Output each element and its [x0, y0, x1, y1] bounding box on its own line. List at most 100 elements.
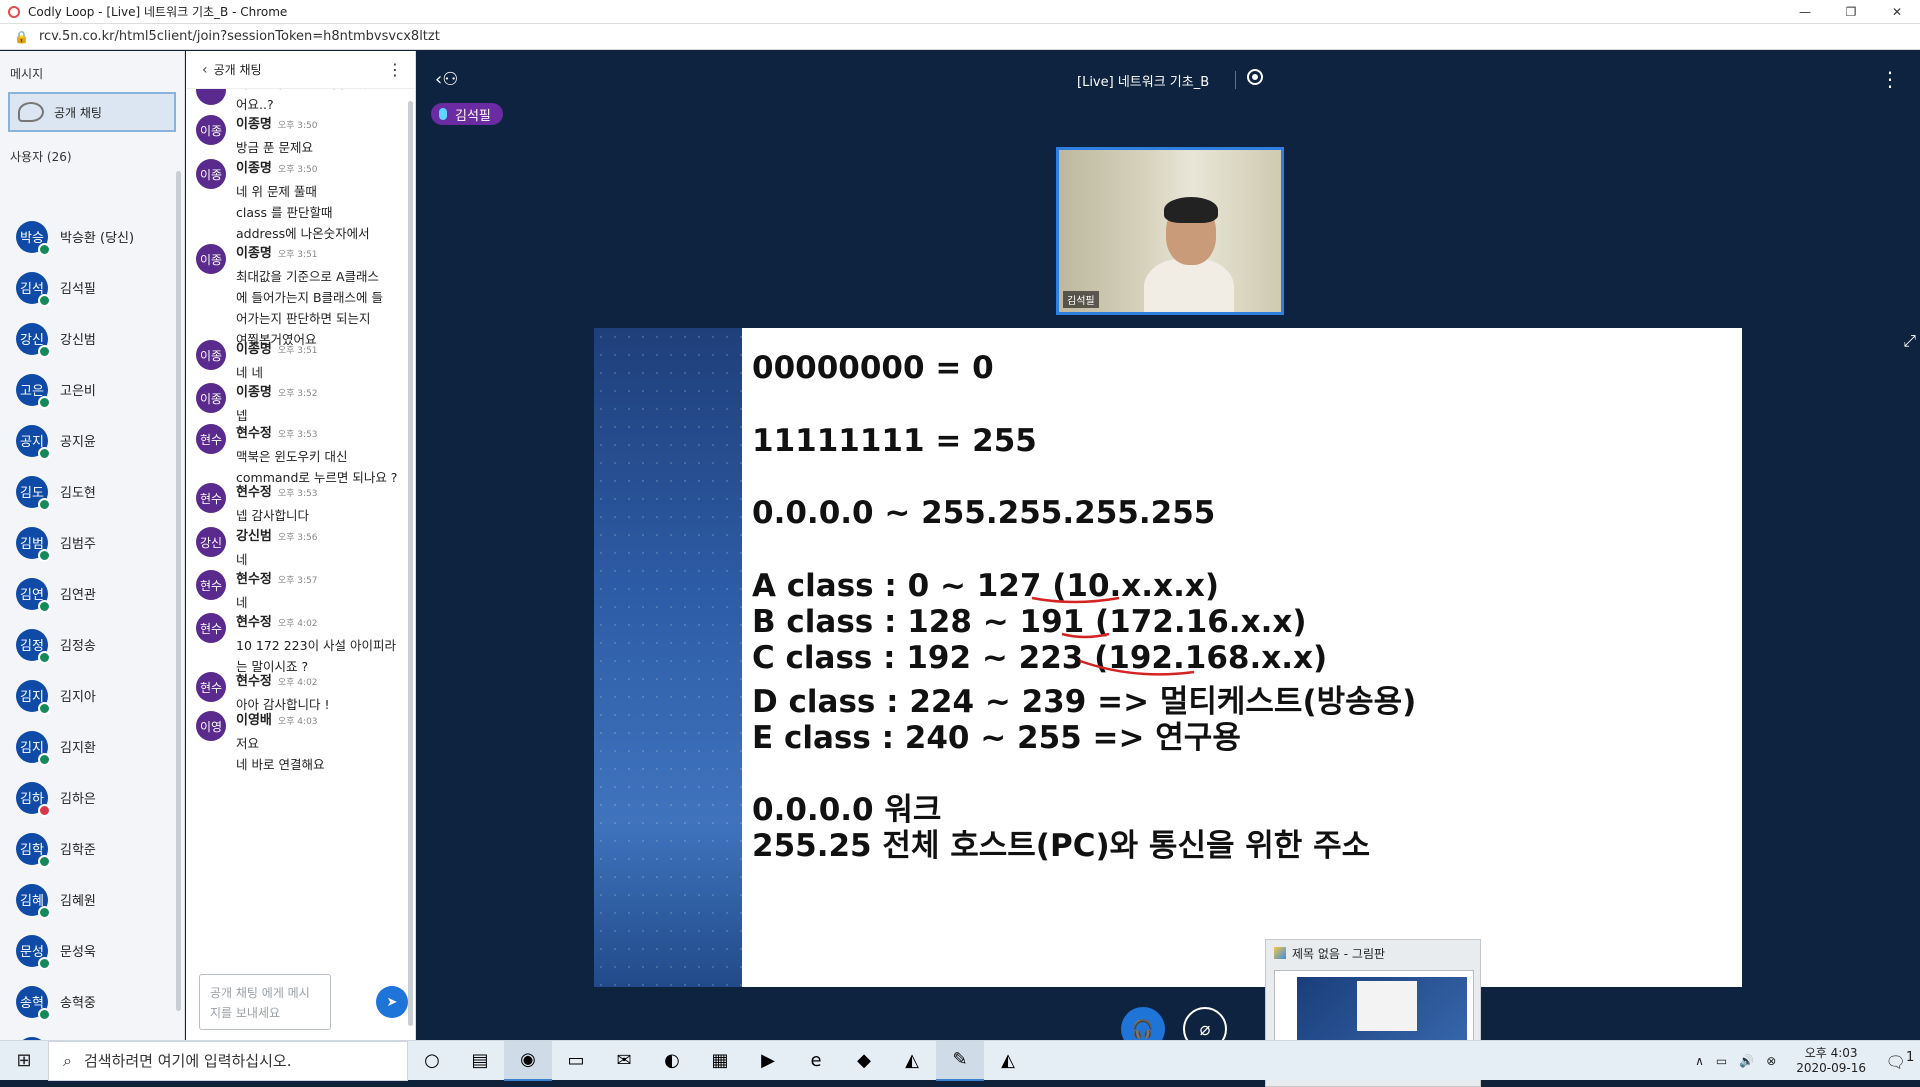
- mail-icon[interactable]: ✉: [600, 1041, 648, 1081]
- user-row[interactable]: 김도 김도현: [0, 466, 176, 517]
- user-name: 김석필: [60, 282, 96, 297]
- windows-start-icon[interactable]: ⊞: [0, 1041, 48, 1081]
- close-button[interactable]: ✕: [1874, 0, 1920, 24]
- clock-date: 2020-09-16: [1796, 1061, 1866, 1075]
- webcam-name-label: 김석필: [1063, 291, 1099, 308]
- users-count-label: 사용자 (26): [10, 150, 72, 164]
- avatar: 이종: [196, 340, 226, 370]
- status-indicator: [38, 344, 51, 358]
- chevron-up-icon[interactable]: ∧: [1689, 1054, 1710, 1068]
- taskbar-search[interactable]: ⌕ 검색하려면 여기에 입력하십시오.: [48, 1040, 408, 1081]
- users-panel: 메시지 공개 채팅 사용자 (26) 박승 박승환 (당신) 김석 김석필 강신 강신범 고…: [0, 51, 185, 1072]
- file-explorer-icon[interactable]: ▭: [552, 1041, 600, 1081]
- fullscreen-icon[interactable]: ⤢: [1903, 331, 1916, 351]
- chat-message: 이영 이영배 오후 4:03 저요 네 바로 연결해요: [196, 709, 401, 775]
- task-view-icon[interactable]: ▤: [456, 1041, 504, 1081]
- user-row[interactable]: 김석 김석필: [0, 262, 176, 313]
- camera-off-icon: ⌀: [1199, 1018, 1211, 1040]
- user-row[interactable]: 강신 강신범: [0, 313, 176, 364]
- status-indicator: [38, 650, 51, 664]
- user-row[interactable]: 김하 김하은: [0, 772, 176, 823]
- user-row[interactable]: 송혁 송혁중: [0, 976, 176, 1027]
- user-row[interactable]: 김연 김연관: [0, 568, 176, 619]
- maximize-button[interactable]: ❐: [1828, 0, 1874, 24]
- message-time: 오후 3:50: [277, 165, 318, 175]
- clock[interactable]: 오후 4:03 2020-09-16: [1782, 1046, 1880, 1076]
- avatar: 현수: [196, 424, 226, 454]
- user-name: 김혜원: [60, 894, 96, 909]
- chat-message: 이종 이종명 오후 3:51 네 네: [196, 338, 401, 383]
- user-list-toggle-icon[interactable]: ‹⚇: [435, 69, 458, 90]
- cortana-icon[interactable]: ○: [408, 1041, 456, 1081]
- message-sender: 현수정: [236, 615, 272, 630]
- user-row[interactable]: 김지 김지환: [0, 721, 176, 772]
- url-text[interactable]: rcv.5n.co.kr/html5client/join?sessionTok…: [39, 29, 440, 44]
- app-icon-5[interactable]: ◭: [888, 1041, 936, 1081]
- message-sender: 이종명: [236, 246, 272, 261]
- avatar: 문성: [16, 934, 51, 970]
- message-text: 넵 감사합니다: [236, 508, 309, 523]
- minimize-button[interactable]: —: [1782, 0, 1828, 24]
- message-sender: 현수정: [236, 572, 272, 587]
- volume-icon[interactable]: 🔊: [1733, 1054, 1760, 1068]
- presenter-tag: 김석필: [431, 103, 503, 125]
- ime-icon[interactable]: ⊗: [1760, 1054, 1782, 1068]
- chevron-left-icon[interactable]: ‹: [202, 62, 208, 78]
- avatar: 송혁: [16, 985, 51, 1021]
- user-row[interactable]: 문성 문성욱: [0, 925, 176, 976]
- app-icon-2[interactable]: ▦: [696, 1041, 744, 1081]
- user-row[interactable]: 김학 김학준: [0, 823, 176, 874]
- message-time: 오후 3:51: [277, 346, 318, 356]
- message-time: 오후 3:52: [277, 389, 318, 399]
- message-text: 네: [236, 552, 248, 567]
- network-icon[interactable]: ▭: [1710, 1054, 1733, 1068]
- app-icon-6[interactable]: ◭: [984, 1041, 1032, 1081]
- avatar: 김지: [16, 679, 51, 715]
- avatar: 김정: [16, 628, 51, 664]
- chrome-icon[interactable]: ◉: [504, 1040, 552, 1081]
- avatar: 김지: [16, 730, 51, 766]
- edge-icon[interactable]: e: [792, 1041, 840, 1081]
- options-menu-icon[interactable]: ⋮: [1880, 67, 1900, 91]
- record-icon[interactable]: [1247, 69, 1263, 85]
- message-sender: 이종명: [236, 161, 272, 176]
- users-scrollbar[interactable]: [176, 171, 181, 1011]
- chat-title: 공개 채팅: [213, 63, 262, 77]
- app-icon-3[interactable]: ▶: [744, 1041, 792, 1081]
- app-icon-1[interactable]: ◐: [648, 1041, 696, 1081]
- preview-title-bar: 제목 없음 - 그림판: [1266, 940, 1480, 966]
- user-list: 박승 박승환 (당신) 김석 김석필 강신 강신범 고은 고은비 공지 공지윤 김도 김도현 김범 김범주…: [0, 211, 176, 1078]
- user-row[interactable]: 고은 고은비: [0, 364, 176, 415]
- message-text: 네 네: [236, 365, 263, 380]
- user-name: 박승환 (당신): [60, 231, 135, 246]
- app-icon-4[interactable]: ◆: [840, 1041, 888, 1081]
- chat-input[interactable]: 공개 채팅 에게 메시지를 보내세요: [199, 974, 331, 1030]
- user-row[interactable]: 김지 김지아: [0, 670, 176, 721]
- send-icon: ➤: [386, 994, 398, 1010]
- avatar: 김범: [16, 526, 51, 562]
- avatar: 김도: [16, 475, 51, 511]
- message-time: 오후 3:56: [277, 533, 318, 543]
- more-options-icon[interactable]: ⋮: [387, 60, 403, 79]
- user-row[interactable]: 공지 공지윤: [0, 415, 176, 466]
- send-button[interactable]: ➤: [376, 986, 408, 1018]
- presentation-stage: ‹⚇ [Live] 네트워크 기초_B ⋮ 김석필 ⤢ 김석필 00000000…: [417, 51, 1920, 1087]
- message-time: 오후 3:50: [277, 121, 318, 131]
- address-bar[interactable]: 🔒 rcv.5n.co.kr/html5client/join?sessionT…: [0, 24, 1920, 50]
- search-icon: ⌕: [63, 1050, 72, 1070]
- public-chat-item[interactable]: 공개 채팅: [8, 92, 176, 132]
- user-row[interactable]: 김범 김범주: [0, 517, 176, 568]
- chat-message: 이종 이종명 오후 3:50 네 위 문제 풀때 class 를 판단할때 address…: [196, 157, 401, 244]
- user-row[interactable]: 박승 박승환 (당신): [0, 211, 176, 262]
- paint-taskbar-icon[interactable]: ✎: [936, 1040, 984, 1081]
- chat-bubble-icon: [18, 102, 44, 122]
- user-row[interactable]: 김혜 김혜원: [0, 874, 176, 925]
- lock-icon[interactable]: 🔒: [14, 30, 29, 44]
- avatar: 강신: [196, 527, 226, 557]
- status-indicator: [38, 803, 51, 817]
- presentation-slide: 00000000 = 0 11111111 = 255 0.0.0.0 ~ 255.…: [594, 328, 1742, 987]
- chat-scrollbar[interactable]: [408, 101, 413, 1026]
- user-row[interactable]: 김정 김정송: [0, 619, 176, 670]
- notification-icon[interactable]: 🗨1: [1880, 1050, 1920, 1071]
- webcam-video[interactable]: 김석필: [1056, 147, 1284, 315]
